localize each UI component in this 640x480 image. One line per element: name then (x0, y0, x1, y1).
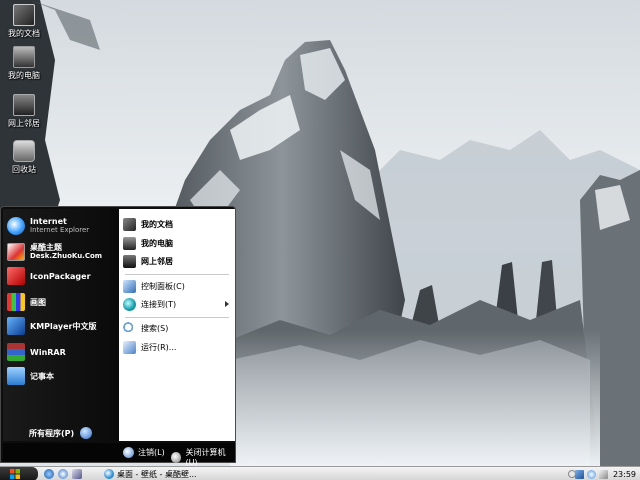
zhuoku-theme-icon (7, 243, 25, 261)
computer-icon (13, 46, 35, 68)
start-item-sublabel: Desk.ZhuoKu.Com (30, 252, 103, 260)
menu-separator (125, 317, 229, 318)
taskbar-window-title: 桌面 - 壁纸 - 桌酷壁... (117, 469, 197, 479)
start-menu: Internet Internet Explorer 桌酷主题 Desk.ZhuoK… (0, 206, 236, 467)
ie-window-icon (104, 469, 114, 479)
clock[interactable]: 23:59 (613, 470, 636, 479)
start-item-label: KMPlayer中文版 (30, 321, 97, 331)
start-item-sublabel: Internet Explorer (30, 226, 90, 234)
logoff-icon (123, 447, 134, 458)
logoff-button[interactable]: 注销(L) (123, 447, 165, 458)
start-item-label: WinRAR (30, 347, 66, 357)
internet-explorer-icon (7, 217, 25, 235)
start-item-label: 网上邻居 (141, 256, 173, 266)
start-menu-programs-pane: Internet Internet Explorer 桌酷主题 Desk.ZhuoK… (3, 209, 119, 441)
power-icon (171, 451, 182, 463)
quicklaunch-media-icon[interactable] (72, 469, 82, 479)
start-item-my-computer[interactable]: 我的电脑 (123, 234, 233, 252)
start-item-internet-explorer[interactable]: Internet Internet Explorer (7, 215, 119, 237)
taskbar: 桌面 - 壁纸 - 桌酷壁... 23:59 (0, 466, 640, 480)
all-programs-label: 所有程序(P) (29, 428, 75, 438)
start-item-label: IconPackager (30, 271, 91, 281)
start-item-label: 我的电脑 (141, 238, 173, 248)
desktop-icon-label: 我的电脑 (8, 71, 40, 80)
documents-icon (123, 217, 136, 231)
start-item-network-places[interactable]: 网上邻居 (123, 252, 233, 270)
start-item-notepad[interactable]: 记事本 (7, 365, 119, 387)
quicklaunch-show-desktop-icon[interactable] (58, 469, 68, 479)
start-item-connect-to[interactable]: 连接到(T) (123, 295, 233, 313)
start-item-paint[interactable]: 画图 (7, 291, 119, 313)
winrar-icon (7, 343, 25, 361)
arrow-right-icon (80, 427, 93, 439)
windows-logo-icon (10, 469, 20, 479)
desktop-icon-label: 我的文档 (8, 29, 40, 38)
iconpackager-icon (7, 267, 25, 285)
start-menu-places-pane: 我的文档 我的电脑 网上邻居 控制面板(C) 连接到(T) 搜索(S) 运行(R… (119, 209, 235, 441)
run-icon (123, 340, 136, 354)
start-item-control-panel[interactable]: 控制面板(C) (123, 277, 233, 295)
documents-icon (13, 4, 35, 26)
control-panel-icon (123, 279, 136, 293)
quicklaunch-ie-icon[interactable] (44, 469, 54, 479)
start-item-label: 我的文档 (141, 219, 173, 229)
start-item-label: 桌酷主题 (30, 243, 62, 252)
shutdown-button[interactable]: 关闭计算机(U) (171, 447, 235, 467)
desktop-icon-label: 网上邻居 (8, 119, 40, 128)
paint-icon (7, 293, 25, 311)
desktop-icon-recycle-bin[interactable]: 回收站 (2, 140, 46, 175)
submenu-arrow-icon (225, 301, 229, 307)
start-item-label: 运行(R)... (141, 342, 177, 352)
start-item-iconpackager[interactable]: IconPackager (7, 265, 119, 287)
start-item-zhuoku-theme[interactable]: 桌酷主题 Desk.ZhuoKu.Com (7, 241, 119, 263)
start-item-label: Internet (30, 217, 67, 226)
globe-icon (123, 297, 136, 311)
start-item-search[interactable]: 搜索(S) (123, 319, 233, 337)
all-programs-button[interactable]: 所有程序(P) (29, 427, 93, 439)
start-button[interactable] (0, 467, 38, 480)
security-tray-icon[interactable] (586, 469, 596, 479)
network-icon (13, 94, 35, 116)
start-item-run[interactable]: 运行(R)... (123, 338, 233, 356)
start-item-my-documents[interactable]: 我的文档 (123, 215, 233, 233)
start-item-label: 搜索(S) (141, 323, 169, 333)
start-item-label: 记事本 (30, 371, 54, 381)
recycle-bin-icon (13, 140, 35, 162)
network-icon (123, 254, 136, 268)
shutdown-label: 关闭计算机(U) (185, 448, 226, 467)
desktop-icon-network-places[interactable]: 网上邻居 (2, 94, 46, 129)
desktop-icon-my-computer[interactable]: 我的电脑 (2, 46, 46, 81)
computer-icon (123, 236, 136, 250)
system-tray: 23:59 (568, 467, 640, 480)
network-tray-icon[interactable] (574, 469, 584, 479)
volume-tray-icon[interactable] (598, 469, 608, 479)
start-item-label: 连接到(T) (141, 299, 177, 309)
notepad-icon (7, 367, 25, 385)
desktop-icon-my-documents[interactable]: 我的文档 (2, 4, 46, 39)
menu-separator (125, 274, 229, 275)
logoff-label: 注销(L) (138, 448, 165, 457)
search-icon (123, 321, 136, 335)
start-item-kmplayer[interactable]: KMPlayer中文版 (7, 315, 119, 337)
desktop-icon-label: 回收站 (12, 165, 36, 174)
kmplayer-icon (7, 317, 25, 335)
taskbar-window-button[interactable]: 桌面 - 壁纸 - 桌酷壁... (104, 468, 204, 480)
start-item-label: 控制面板(C) (141, 281, 185, 291)
start-item-winrar[interactable]: WinRAR (7, 341, 119, 363)
start-menu-footer: 注销(L) 关闭计算机(U) (3, 443, 235, 467)
start-item-label: 画图 (30, 297, 46, 307)
